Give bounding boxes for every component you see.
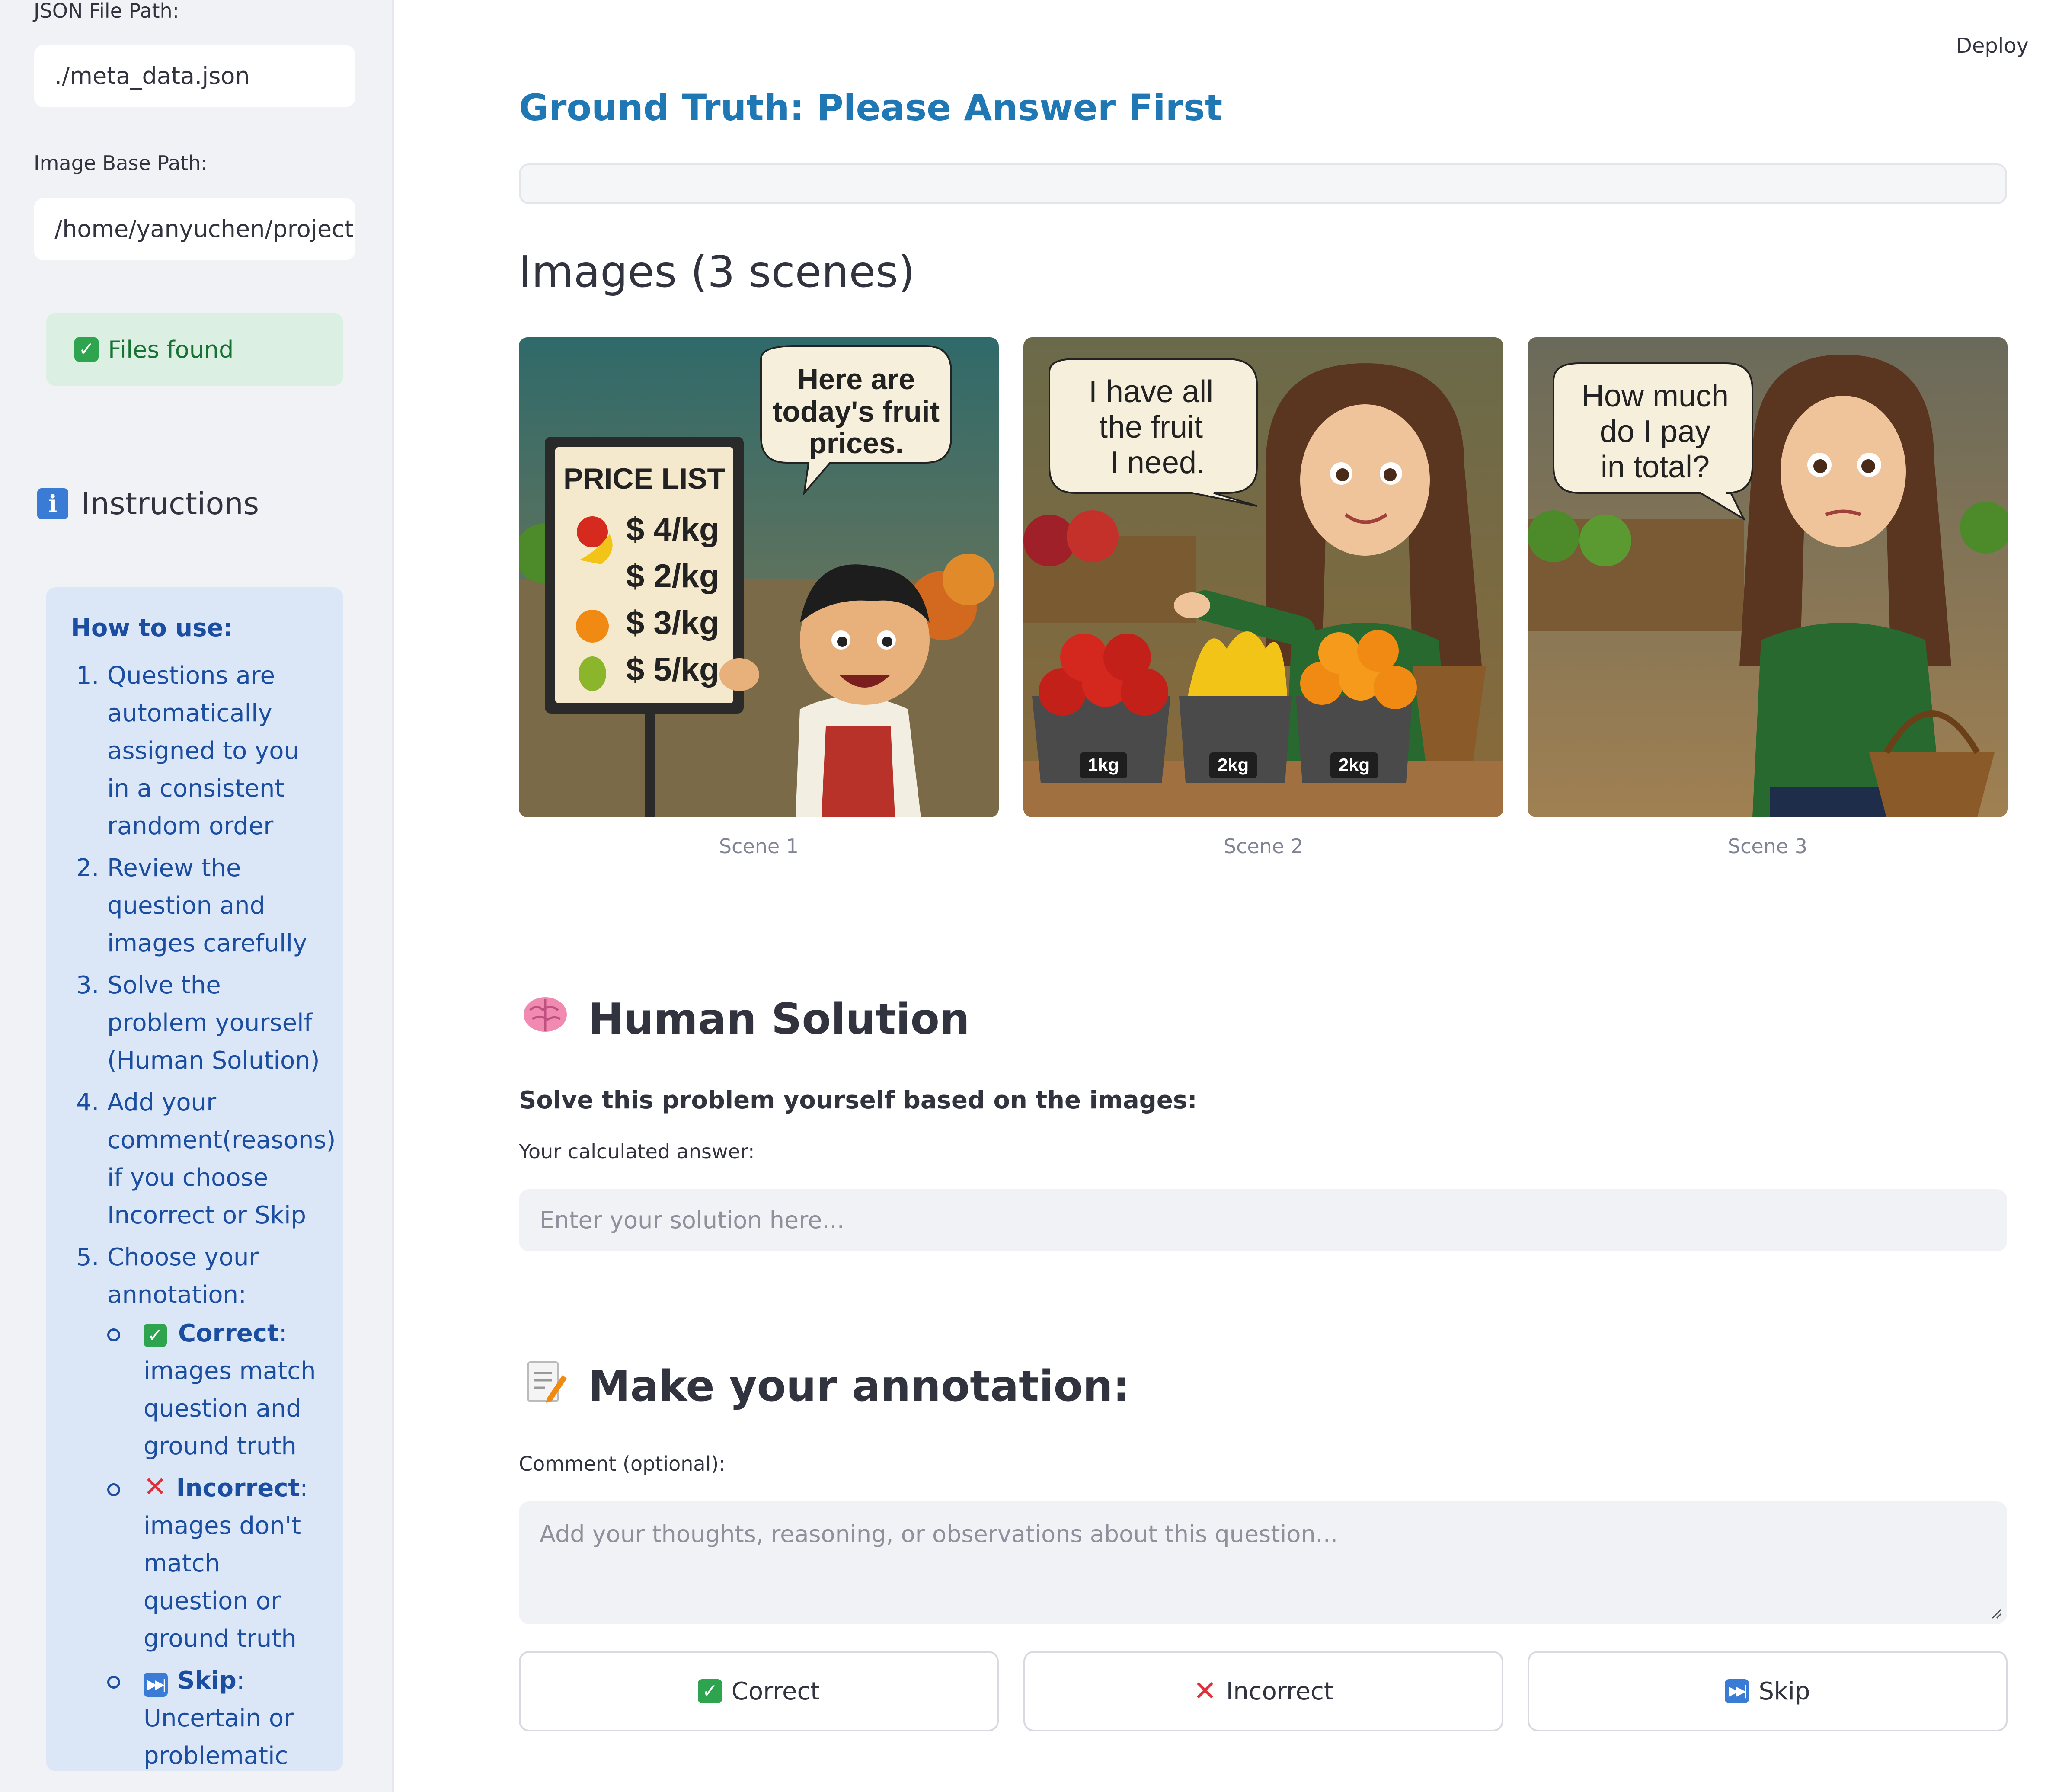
- comment-textarea[interactable]: Add your thoughts, reasoning, or observa…: [519, 1501, 2007, 1624]
- check-icon: ✓: [697, 1679, 722, 1703]
- weight-label: 2kg: [1218, 755, 1249, 775]
- ground-truth-box: [519, 163, 2007, 204]
- scene-2-caption: Scene 2: [1223, 835, 1304, 858]
- step-text: Questions are automatically assigned to …: [107, 662, 299, 840]
- image-path-input[interactable]: /home/yanyuchen/projects/: [34, 198, 355, 260]
- option-incorrect: ✕ Incorrect: images don't match question …: [107, 1469, 326, 1658]
- instructions-box: How to use: 1. Questions are automaticall…: [46, 587, 343, 1771]
- option-skip: ▶▶| Skip: Uncertain or problematic: [107, 1662, 326, 1775]
- memo-icon: [521, 1358, 569, 1415]
- skip-icon: ▶▶|: [1725, 1679, 1749, 1703]
- option-name: Correct: [178, 1319, 279, 1347]
- step-text: Add your comment(reasons) if you choose …: [107, 1088, 336, 1229]
- scene-3-bubble-line: in total?: [1601, 450, 1710, 484]
- scene-3-bubble-line: do I pay: [1600, 414, 1710, 449]
- skip-button[interactable]: ▶▶| Skip: [1528, 1651, 2008, 1731]
- scene-3-caption: Scene 3: [1727, 835, 1808, 858]
- step-text: Solve the problem yourself (Human Soluti…: [107, 971, 320, 1075]
- cross-icon: ✕: [144, 1471, 167, 1503]
- info-icon: i: [37, 488, 68, 519]
- image-path-label: Image Base Path:: [34, 151, 208, 175]
- solve-prompt: Solve this problem yourself based on the…: [519, 1086, 1197, 1114]
- instruction-step: 4. Add your comment(reasons) if you choos…: [76, 1088, 336, 1229]
- incorrect-button[interactable]: ✕ Incorrect: [1023, 1651, 1503, 1731]
- check-icon: ✓: [144, 1324, 167, 1347]
- instructions-heading: i Instructions: [37, 486, 259, 522]
- price-4: $ 5/kg: [626, 651, 719, 688]
- instruction-step: 3. Solve the problem yourself (Human Solu…: [76, 971, 320, 1075]
- instruction-steps: 1. Questions are automatically assigned t…: [71, 657, 336, 1775]
- brain-icon: [521, 993, 569, 1046]
- scene-2-bubble-line: I need.: [1110, 445, 1205, 480]
- instruction-step: 5. Choose your annotation: ✓ Correct: imag…: [71, 1238, 326, 1775]
- ground-truth-title: Ground Truth: Please Answer First: [519, 86, 1223, 129]
- scene-1-caption: Scene 1: [719, 835, 799, 858]
- human-solution-title: Human Solution: [588, 995, 970, 1044]
- resize-handle-icon[interactable]: [1989, 1606, 2003, 1620]
- correct-button[interactable]: ✓ Correct: [519, 1651, 999, 1731]
- step-text: Choose your annotation:: [107, 1243, 259, 1309]
- scene-1-bubble-line: today's fruit: [773, 395, 940, 428]
- how-to-use-heading: How to use:: [71, 614, 233, 642]
- scene-2-image: 1kg 2kg 2kg I have all the fruit I need.: [1023, 337, 1503, 817]
- price-1: $ 4/kg: [626, 511, 719, 548]
- correct-button-label: Correct: [731, 1677, 820, 1706]
- price-list-title: PRICE LIST: [563, 462, 725, 495]
- comment-label: Comment (optional):: [519, 1452, 726, 1475]
- step-text: Review the question and images carefully: [107, 854, 307, 957]
- check-icon: ✓: [74, 337, 99, 362]
- deploy-button[interactable]: Deploy: [1956, 34, 2029, 58]
- json-path-input[interactable]: ./meta_data.json: [34, 45, 355, 107]
- solution-input[interactable]: Enter your solution here...: [519, 1189, 2007, 1251]
- scene-1-bubble-line: Here are: [797, 363, 915, 396]
- option-name: Skip: [177, 1667, 237, 1695]
- skip-button-label: Skip: [1758, 1677, 1810, 1706]
- answer-label: Your calculated answer:: [519, 1140, 755, 1163]
- instruction-step: 1. Questions are automatically assigned t…: [76, 662, 299, 840]
- price-3: $ 3/kg: [626, 605, 719, 641]
- cross-icon: ✕: [1193, 1675, 1217, 1707]
- annotation-heading: Make your annotation:: [521, 1358, 1130, 1415]
- scene-2-bubble-line: the fruit: [1099, 410, 1203, 445]
- files-found-text: Files found: [108, 336, 234, 363]
- scene-2-bubble-line: I have all: [1089, 374, 1213, 409]
- skip-icon: ▶▶|: [144, 1673, 168, 1697]
- instructions-title: Instructions: [81, 486, 259, 522]
- price-2: $ 2/kg: [626, 558, 719, 595]
- option-name: Incorrect: [176, 1474, 300, 1502]
- json-path-label: JSON File Path:: [34, 0, 179, 22]
- annotation-title: Make your annotation:: [588, 1362, 1130, 1411]
- files-found-alert: ✓ Files found: [46, 313, 343, 386]
- weight-label: 1kg: [1088, 755, 1119, 775]
- comment-placeholder: Add your thoughts, reasoning, or observa…: [540, 1520, 1338, 1548]
- scene-3-image: How much do I pay in total?: [1528, 337, 2008, 817]
- scene-1-image: PRICE LIST $ 4/kg $ 2/kg $ 3/kg $ 5/kg H…: [519, 337, 999, 817]
- scene-3-bubble-line: How much: [1582, 379, 1729, 413]
- instruction-step: 2. Review the question and images careful…: [76, 854, 307, 957]
- human-solution-heading: Human Solution: [521, 993, 970, 1046]
- scene-1-bubble-line: prices.: [809, 427, 903, 460]
- annotation-options-list: ✓ Correct: images match question and grou…: [107, 1315, 326, 1775]
- incorrect-button-label: Incorrect: [1226, 1677, 1333, 1706]
- option-correct: ✓ Correct: images match question and grou…: [107, 1315, 326, 1465]
- images-title: Images (3 scenes): [519, 246, 915, 297]
- weight-label: 2kg: [1339, 755, 1370, 775]
- sidebar: JSON File Path: ./meta_data.json Image B…: [0, 0, 394, 1792]
